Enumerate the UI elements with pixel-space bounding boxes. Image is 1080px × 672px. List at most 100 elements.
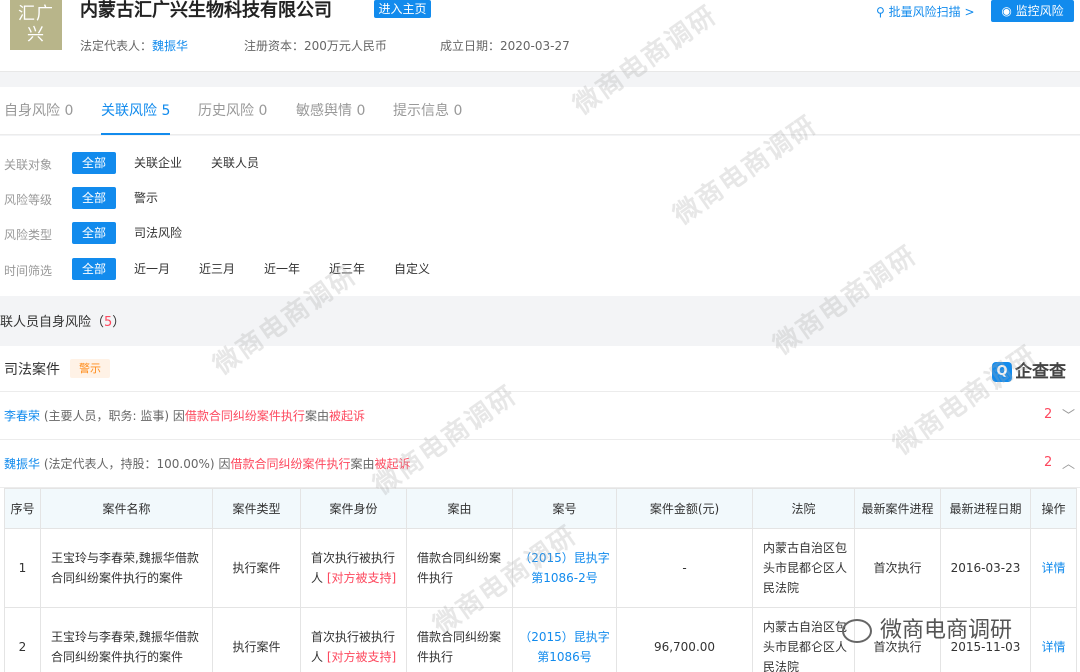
brand-name: 企查查 <box>1015 362 1066 382</box>
cell-date: 2016-03-23 <box>940 528 1031 608</box>
col-header-amount: 案件金额(元) <box>616 488 753 529</box>
tab-notices[interactable]: 提示信息 0 <box>393 87 462 135</box>
section-title-text: 联人员自身风险（ <box>0 315 105 330</box>
filter-time-3m[interactable]: 近三月 <box>197 258 237 280</box>
because-text: 因 <box>172 409 185 423</box>
detail-link[interactable]: 详情 <box>1030 528 1077 608</box>
cell-identity: 首次执行被执行人 [对方被支持] <box>300 607 407 672</box>
qichacha-brand: Q 企查查 <box>992 357 1066 382</box>
cases-table-container: 序号 案件名称 案件类型 案件身份 案由 案号 案件金额(元) 法院 最新案件进… <box>0 488 1080 672</box>
monitor-risk-label: 监控风险 <box>1015 4 1064 18</box>
cell-cause: 借款合同纠纷案件执行 <box>406 528 513 608</box>
col-header-type: 案件类型 <box>212 488 301 529</box>
detail-link[interactable]: 详情 <box>1030 607 1077 672</box>
col-header-date: 最新进程日期 <box>940 488 1031 529</box>
person-risk-summary: 李春荣 (主要人员，职务: 监事) 因借款合同纠纷案件执行案由被起诉 <box>4 407 365 424</box>
person-role: (法定代表人，持股：100.00%) <box>43 457 215 471</box>
filter-time-1y[interactable]: 近一年 <box>262 258 302 280</box>
filter-time-custom[interactable]: 自定义 <box>392 258 432 280</box>
risk-tabs: 自身风险 0 关联风险 5 历史风险 0 敏感舆情 0 提示信息 0 <box>0 87 1080 135</box>
cases-table: 序号 案件名称 案件类型 案件身份 案由 案号 案件金额(元) 法院 最新案件进… <box>4 488 1077 672</box>
cell-case-no-link[interactable]: （2015）昆执字第1086号 <box>512 607 617 672</box>
section-title-close: ） <box>112 315 126 330</box>
chevron-down-icon[interactable]: ﹀ <box>1062 405 1075 424</box>
legal-rep-label: 法定代表人： <box>80 39 153 53</box>
filter-type-all[interactable]: 全部 <box>72 222 116 244</box>
cell-cause: 借款合同纠纷案件执行 <box>406 607 513 672</box>
registered-capital: 注册资本：200万元人民币 <box>244 39 387 53</box>
col-header-action: 操作 <box>1030 488 1077 529</box>
judicial-cases-header: 司法案件 警示 Q 企查查 <box>0 346 1080 392</box>
cell-court: 内蒙古自治区包头市昆都仑区人民法院 <box>752 607 855 672</box>
case-count: 2 <box>1044 407 1053 422</box>
case-reason: 借款合同纠纷案件执行 <box>184 409 305 423</box>
cell-progress: 首次执行 <box>854 528 941 608</box>
tab-sensitive-news[interactable]: 敏感舆情 0 <box>296 87 365 135</box>
filter-level-warning[interactable]: 警示 <box>132 187 160 209</box>
cell-case-type: 执行案件 <box>212 528 301 608</box>
tab-related-risk[interactable]: 关联风险 5 <box>101 87 171 135</box>
case-cause-text: 案由 <box>350 457 375 471</box>
case-reason: 借款合同纠纷案件执行 <box>230 457 351 471</box>
table-row: 1 王宝玲与李春荣,魏振华借款合同纠纷案件执行的案件 执行案件 首次执行被执行人… <box>4 528 1077 608</box>
person-name-link[interactable]: 李春荣 <box>4 409 40 423</box>
case-count: 2 <box>1044 455 1053 470</box>
person-risk-row[interactable]: 李春荣 (主要人员，职务: 监事) 因借款合同纠纷案件执行案由被起诉 2 ﹀ <box>0 392 1080 440</box>
cell-case-no-link[interactable]: （2015）昆执字第1086-2号 <box>512 528 617 608</box>
batch-risk-scan-label: 批量风险扫描 > <box>888 5 975 19</box>
batch-risk-scan-link[interactable]: ⚲ 批量风险扫描 > <box>876 3 975 20</box>
col-header-no: 序号 <box>4 488 41 529</box>
eye-icon: ◉ <box>1001 4 1012 18</box>
col-header-cause: 案由 <box>406 488 513 529</box>
col-header-court: 法院 <box>752 488 855 529</box>
table-header-row: 序号 案件名称 案件类型 案件身份 案由 案号 案件金额(元) 法院 最新案件进… <box>4 488 1077 529</box>
identity-tag: [对方被支持] <box>326 571 397 585</box>
established-date: 成立日期：2020-03-27 <box>440 39 570 53</box>
cell-case-name: 王宝玲与李春荣,魏振华借款合同纠纷案件执行的案件 <box>40 528 213 608</box>
watermark-logo-text: 微商电商调研 <box>880 618 1013 643</box>
enter-homepage-button[interactable]: 进入主页 <box>374 0 431 18</box>
case-result: 被起诉 <box>374 457 411 471</box>
person-risk-summary: 魏振华 (法定代表人，持股：100.00%) 因借款合同纠纷案件执行案由被起诉 <box>4 455 411 472</box>
filter-type-judicial[interactable]: 司法风险 <box>132 222 184 244</box>
person-risk-row[interactable]: 魏振华 (法定代表人，持股：100.00%) 因借款合同纠纷案件执行案由被起诉 … <box>0 440 1080 488</box>
scan-icon: ⚲ <box>876 5 885 19</box>
identity-tag: [对方被支持] <box>326 650 397 664</box>
monitor-risk-button[interactable]: ◉ 监控风险 <box>991 0 1074 22</box>
warning-badge: 警示 <box>70 359 110 378</box>
person-role: (主要人员，职务: 监事) <box>43 409 170 423</box>
filter-target-person[interactable]: 关联人员 <box>209 152 261 174</box>
col-header-progress: 最新案件进程 <box>854 488 941 529</box>
col-header-identity: 案件身份 <box>300 488 407 529</box>
cell-case-type: 执行案件 <box>212 607 301 672</box>
wechat-bubble-icon <box>842 619 872 643</box>
case-cause-text: 案由 <box>304 409 329 423</box>
company-logo: 汇广兴 <box>10 0 62 50</box>
filter-time-label: 时间筛选 <box>4 264 53 278</box>
tab-own-risk[interactable]: 自身风险 0 <box>4 87 73 135</box>
filter-time-1m[interactable]: 近一月 <box>132 258 172 280</box>
filter-level-all[interactable]: 全部 <box>72 187 116 209</box>
filter-target-all[interactable]: 全部 <box>72 152 116 174</box>
chevron-up-icon[interactable]: ︿ <box>1062 453 1075 472</box>
legal-rep-link[interactable]: 魏振华 <box>152 39 188 53</box>
judicial-cases-title: 司法案件 <box>4 362 60 378</box>
filter-target-label: 关联对象 <box>4 158 53 172</box>
cell-no: 2 <box>4 607 41 672</box>
company-header: 汇广兴 内蒙古汇广兴生物科技有限公司 进入主页 法定代表人：魏振华 注册资本：2… <box>0 0 1080 72</box>
legal-representative: 法定代表人：魏振华 <box>80 37 188 54</box>
filter-target-company[interactable]: 关联企业 <box>132 152 184 174</box>
filter-time-all[interactable]: 全部 <box>72 258 116 280</box>
related-person-risk-title: 联人员自身风险（5） <box>0 300 1080 346</box>
filter-level-label: 风险等级 <box>4 193 53 207</box>
filter-panel: 关联对象 全部 关联企业 关联人员 风险等级 全部 警示 风险类型 全部 司法风… <box>0 136 1080 296</box>
tab-history-risk[interactable]: 历史风险 0 <box>198 87 267 135</box>
case-result: 被起诉 <box>328 409 365 423</box>
because-text: 因 <box>218 457 231 471</box>
company-name: 内蒙古汇广兴生物科技有限公司 <box>80 0 332 21</box>
filter-time-3y[interactable]: 近三年 <box>327 258 367 280</box>
watermark-logo: 微商电商调研 <box>842 612 1012 644</box>
person-name-link[interactable]: 魏振华 <box>4 457 40 471</box>
filter-type-label: 风险类型 <box>4 228 53 242</box>
col-header-case-no: 案号 <box>512 488 617 529</box>
